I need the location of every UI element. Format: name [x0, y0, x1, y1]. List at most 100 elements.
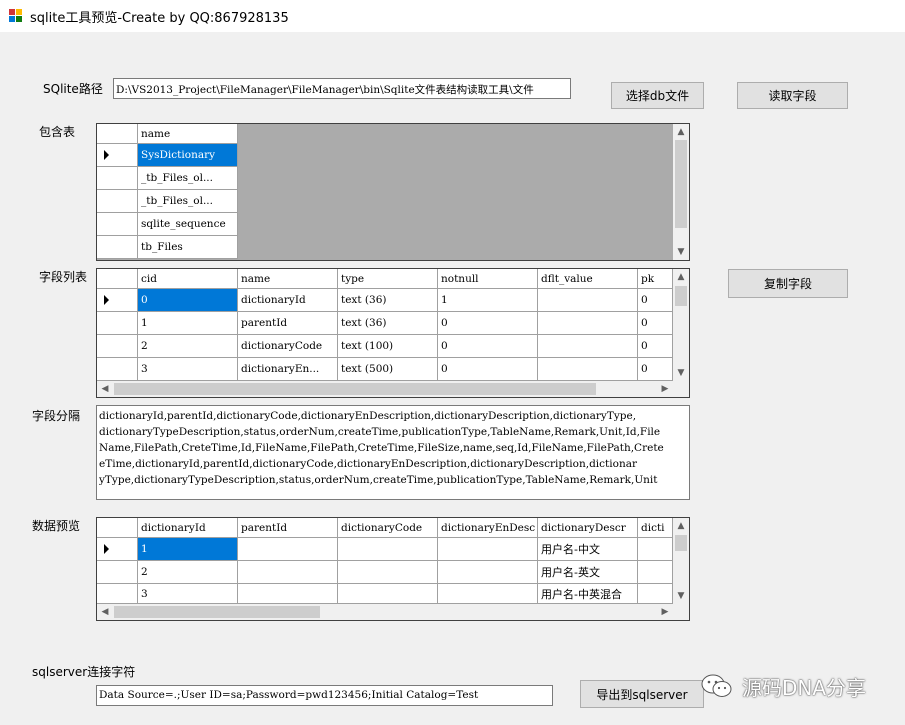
row-header[interactable]: [97, 584, 138, 604]
table-row[interactable]: _tb_Files_ol...: [138, 190, 238, 213]
scroll-down-icon[interactable]: ▼: [674, 245, 688, 259]
column-header-pk[interactable]: pk: [638, 269, 673, 289]
copy-fields-button[interactable]: 复制字段: [728, 269, 848, 298]
scroll-thumb[interactable]: [675, 535, 687, 551]
field-cell[interactable]: 3: [138, 358, 238, 381]
column-header-type[interactable]: type: [338, 269, 438, 289]
tables-vertical-scrollbar[interactable]: ▲ ▼: [673, 124, 689, 260]
field-cell[interactable]: 0: [438, 358, 538, 381]
column-header[interactable]: dictionaryEnDesc: [438, 518, 538, 538]
preview-cell[interactable]: 2: [138, 561, 238, 584]
row-header[interactable]: [97, 561, 138, 584]
column-header[interactable]: dictionaryDescr: [538, 518, 638, 538]
column-header-cid[interactable]: cid: [138, 269, 238, 289]
read-fields-button[interactable]: 读取字段: [737, 82, 848, 109]
preview-cell[interactable]: [338, 538, 438, 561]
field-cell[interactable]: dictionaryEn...: [238, 358, 338, 381]
choose-db-button[interactable]: 选择db文件: [611, 82, 704, 109]
column-header[interactable]: parentId: [238, 518, 338, 538]
field-cell[interactable]: 0: [138, 289, 238, 312]
fields-vertical-scrollbar[interactable]: ▲ ▼: [673, 269, 689, 381]
scroll-up-icon[interactable]: ▲: [674, 125, 688, 139]
row-header[interactable]: [97, 335, 138, 358]
preview-cell[interactable]: 1: [138, 538, 238, 561]
preview-vertical-scrollbar[interactable]: ▲ ▼: [673, 518, 689, 604]
scroll-thumb[interactable]: [114, 383, 596, 395]
table-row[interactable]: sqlite_sequence: [138, 213, 238, 236]
field-cell[interactable]: 1: [138, 312, 238, 335]
preview-cell[interactable]: 用户名-中英混合: [538, 584, 638, 604]
preview-cell[interactable]: [638, 561, 673, 584]
column-header[interactable]: dictionaryCode: [338, 518, 438, 538]
field-cell[interactable]: text (36): [338, 312, 438, 335]
field-cell[interactable]: 2: [138, 335, 238, 358]
column-header[interactable]: dicti: [638, 518, 673, 538]
scroll-right-icon[interactable]: ▶: [658, 382, 672, 396]
field-cell[interactable]: [538, 358, 638, 381]
row-header[interactable]: [97, 236, 138, 259]
preview-cell[interactable]: 3: [138, 584, 238, 604]
field-cell[interactable]: text (500): [338, 358, 438, 381]
preview-cell[interactable]: [238, 561, 338, 584]
field-cell[interactable]: 1: [438, 289, 538, 312]
field-cell[interactable]: text (100): [338, 335, 438, 358]
field-cell[interactable]: [538, 335, 638, 358]
field-cell[interactable]: dictionaryCode: [238, 335, 338, 358]
preview-cell[interactable]: [338, 584, 438, 604]
scroll-up-icon[interactable]: ▲: [674, 519, 688, 533]
field-cell[interactable]: 0: [438, 312, 538, 335]
field-cell[interactable]: parentId: [238, 312, 338, 335]
preview-cell[interactable]: 用户名-英文: [538, 561, 638, 584]
row-header[interactable]: [97, 312, 138, 335]
table-row[interactable]: SysDictionary: [138, 144, 238, 167]
field-cell[interactable]: [538, 289, 638, 312]
scroll-left-icon[interactable]: ◀: [98, 382, 112, 396]
field-cell[interactable]: [538, 312, 638, 335]
scroll-down-icon[interactable]: ▼: [674, 366, 688, 380]
field-cell[interactable]: dictionaryId: [238, 289, 338, 312]
column-header-name[interactable]: name: [238, 269, 338, 289]
field-separator-textarea[interactable]: dictionaryId,parentId,dictionaryCode,dic…: [96, 405, 690, 500]
db-path-input[interactable]: D:\VS2013_Project\FileManager\FileManage…: [113, 78, 571, 99]
preview-cell[interactable]: [638, 538, 673, 561]
row-header[interactable]: [97, 144, 138, 167]
field-cell[interactable]: 0: [438, 335, 538, 358]
column-header-dflt-value[interactable]: dflt_value: [538, 269, 638, 289]
preview-cell[interactable]: [438, 538, 538, 561]
preview-cell[interactable]: 用户名-中文: [538, 538, 638, 561]
tables-grid[interactable]: name SysDictionary _tb_Files_ol... _tb_F…: [96, 123, 690, 261]
preview-cell[interactable]: [238, 584, 338, 604]
row-header[interactable]: [97, 167, 138, 190]
field-cell[interactable]: 0: [638, 312, 673, 335]
preview-cell[interactable]: [438, 584, 538, 604]
column-header-notnull[interactable]: notnull: [438, 269, 538, 289]
preview-grid[interactable]: dictionaryId parentId dictionaryCode dic…: [96, 517, 690, 621]
table-row[interactable]: _tb_Files_ol...: [138, 167, 238, 190]
scroll-up-icon[interactable]: ▲: [674, 270, 688, 284]
row-header[interactable]: [97, 190, 138, 213]
scroll-down-icon[interactable]: ▼: [674, 589, 688, 603]
preview-cell[interactable]: [238, 538, 338, 561]
row-header[interactable]: [97, 213, 138, 236]
column-header-name[interactable]: name: [138, 124, 238, 144]
field-cell[interactable]: text (36): [338, 289, 438, 312]
fields-grid[interactable]: cid name type notnull dflt_value pk 0 di…: [96, 268, 690, 398]
preview-cell[interactable]: [638, 584, 673, 604]
row-header[interactable]: [97, 538, 138, 561]
scroll-left-icon[interactable]: ◀: [98, 605, 112, 619]
field-cell[interactable]: 0: [638, 335, 673, 358]
scroll-thumb[interactable]: [114, 606, 320, 618]
scroll-right-icon[interactable]: ▶: [658, 605, 672, 619]
row-header[interactable]: [97, 289, 138, 312]
table-row[interactable]: tb_Files: [138, 236, 238, 259]
preview-cell[interactable]: [438, 561, 538, 584]
connection-string-input[interactable]: Data Source=.;User ID=sa;Password=pwd123…: [96, 685, 553, 706]
export-sqlserver-button[interactable]: 导出到sqlserver: [580, 680, 704, 708]
scroll-thumb[interactable]: [675, 140, 687, 228]
row-header[interactable]: [97, 358, 138, 381]
scroll-thumb[interactable]: [675, 286, 687, 306]
field-cell[interactable]: 0: [638, 289, 673, 312]
preview-cell[interactable]: [338, 561, 438, 584]
field-cell[interactable]: 0: [638, 358, 673, 381]
preview-horizontal-scrollbar[interactable]: ◀ ▶: [97, 604, 689, 620]
